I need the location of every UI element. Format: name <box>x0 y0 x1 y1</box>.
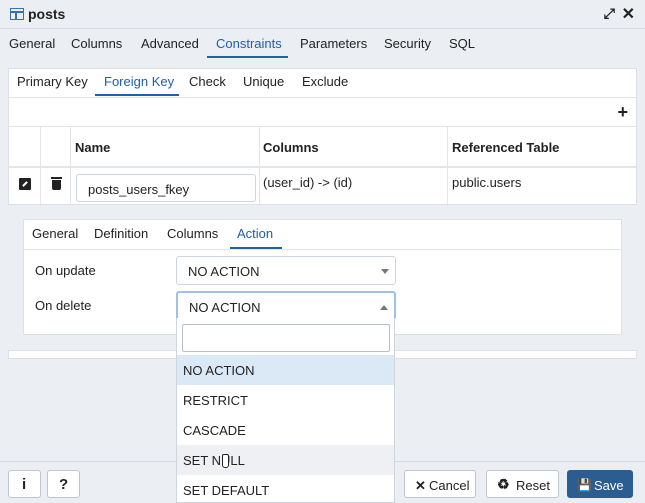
tab-detail-columns[interactable]: Columns <box>167 226 218 241</box>
on-delete-dropdown: NO ACTION RESTRICT CASCADE SET NULL SET … <box>176 318 395 503</box>
divider <box>24 249 621 250</box>
dropdown-search-input[interactable] <box>182 324 390 352</box>
divider <box>9 97 636 98</box>
trash-icon[interactable] <box>51 177 62 190</box>
row-referenced-table-cell: public.users <box>452 175 522 190</box>
help-icon: ? <box>59 476 69 493</box>
dropdown-option[interactable]: NO ACTION <box>177 355 394 385</box>
on-delete-label: On delete <box>35 298 92 313</box>
main-tabs: General Columns Advanced Constraints Par… <box>0 30 645 58</box>
edit-icon[interactable] <box>19 178 31 190</box>
help-button[interactable]: ? <box>47 470 80 498</box>
tab-foreign-key[interactable]: Foreign Key <box>104 74 174 89</box>
dropdown-option[interactable]: RESTRICT <box>177 385 394 415</box>
active-subtab-indicator <box>95 94 179 96</box>
expand-icon[interactable]: ⤢ <box>604 5 615 22</box>
dialog-titlebar: posts ⤢ ✕ <box>0 0 645 29</box>
dropdown-option[interactable]: SET DEFAULT <box>177 475 394 503</box>
cancel-label: Cancel <box>429 478 470 493</box>
column-header-columns[interactable]: Columns <box>263 140 319 155</box>
info-button[interactable]: i <box>8 470 41 498</box>
tab-unique[interactable]: Unique <box>243 74 284 89</box>
on-update-select[interactable]: NO ACTION <box>176 256 396 285</box>
tab-security[interactable]: Security <box>384 36 431 51</box>
grid-header: Name Columns Referenced Table <box>9 126 636 168</box>
option-label: CASCADE <box>183 423 246 438</box>
trash-lid <box>51 177 62 179</box>
on-delete-value: NO ACTION <box>189 300 261 315</box>
option-label: SET DEFAULT <box>183 483 270 498</box>
constraints-panel: Primary Key Foreign Key Check Unique Exc… <box>8 68 637 206</box>
option-label: RESTRICT <box>183 393 248 408</box>
chevron-up-icon <box>380 305 388 310</box>
tab-parameters[interactable]: Parameters <box>300 36 367 51</box>
tab-constraints[interactable]: Constraints <box>216 36 282 51</box>
tab-advanced[interactable]: Advanced <box>141 36 199 51</box>
tab-definition[interactable]: Definition <box>94 226 148 241</box>
table-icon <box>10 8 24 20</box>
x-icon: ✕ <box>415 478 426 493</box>
option-label: NO ACTION <box>183 363 255 378</box>
tab-sql[interactable]: SQL <box>449 36 475 51</box>
dropdown-option[interactable]: CASCADE <box>177 415 394 445</box>
reset-label: Reset <box>516 478 550 493</box>
row-columns-cell: (user_id) -> (id) <box>263 175 353 190</box>
add-row-button[interactable]: + <box>617 102 628 123</box>
column-header-name[interactable]: Name <box>75 140 110 155</box>
recycle-icon: ♻ <box>497 476 510 492</box>
option-label: SET NULL <box>183 453 245 468</box>
info-icon: i <box>22 476 27 493</box>
tab-action[interactable]: Action <box>237 226 273 241</box>
mouse-cursor-icon <box>220 454 229 468</box>
save-label: Save <box>594 478 624 493</box>
tab-columns[interactable]: Columns <box>71 36 122 51</box>
divider <box>9 126 636 127</box>
on-update-value: NO ACTION <box>188 264 260 279</box>
constraint-name-input[interactable]: posts_users_fkey <box>76 174 256 202</box>
reset-button[interactable]: ♻ Reset <box>486 470 559 498</box>
tab-primary-key[interactable]: Primary Key <box>17 74 88 89</box>
close-icon[interactable]: ✕ <box>622 4 635 24</box>
cancel-button[interactable]: ✕ Cancel <box>404 470 476 498</box>
tab-check[interactable]: Check <box>189 74 226 89</box>
tab-general[interactable]: General <box>9 36 55 51</box>
tab-detail-general[interactable]: General <box>32 226 78 241</box>
on-update-label: On update <box>35 263 96 278</box>
trash-can <box>52 180 61 190</box>
floppy-disk-icon: 💾 <box>577 478 592 492</box>
table-row: posts_users_fkey (user_id) -> (id) publi… <box>9 170 636 206</box>
dialog-title: posts <box>28 6 66 22</box>
column-header-referenced-table[interactable]: Referenced Table <box>452 140 559 155</box>
on-delete-select[interactable]: NO ACTION <box>176 291 396 320</box>
active-tab-indicator <box>207 56 288 58</box>
dropdown-option[interactable]: SET NULL <box>177 445 394 475</box>
tab-exclude[interactable]: Exclude <box>302 74 348 89</box>
save-button[interactable]: 💾 Save <box>567 470 633 498</box>
chevron-down-icon <box>381 269 389 274</box>
